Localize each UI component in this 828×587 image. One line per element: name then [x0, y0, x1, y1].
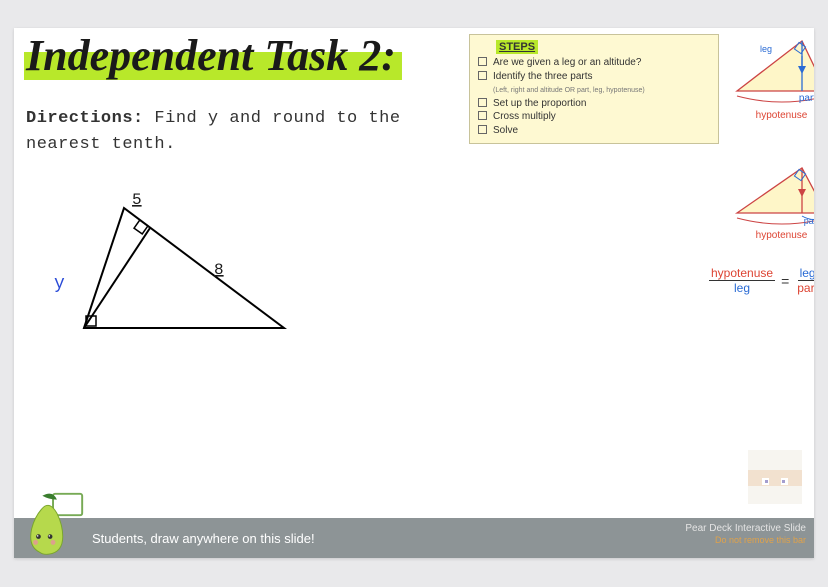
eq-lhs-bot: leg [732, 281, 752, 295]
label-5: 5 [132, 191, 142, 209]
proportion-equation: hypotenuse leg = leg part [709, 266, 814, 295]
ref-part-label: part [760, 93, 814, 104]
eq-rhs-bot: part [795, 281, 814, 295]
problem-diagram: y 5 8 [54, 198, 334, 368]
reference-triangle-leg: leg part hypotenuse [734, 36, 814, 133]
step-row: Identify the three parts (Left, right an… [478, 70, 710, 97]
directions: Directions: Find y and round to the near… [26, 106, 446, 157]
eq-rhs-top: leg [798, 266, 814, 281]
step-row: Solve [478, 124, 710, 138]
eq-equals: = [781, 273, 789, 289]
eq-lhs-top: hypotenuse [709, 266, 775, 281]
footer-bar[interactable]: Students, draw anywhere on this slide! P… [14, 518, 814, 558]
directions-label: Directions: [26, 109, 144, 128]
footer-branding: Pear Deck Interactive Slide Do not remov… [685, 522, 806, 547]
reference-triangle-part: leg part hypotenuse [734, 163, 814, 251]
slide-title: Independent Task 2: [24, 32, 402, 80]
step-row: Set up the proportion [478, 97, 710, 111]
checkbox-icon [478, 57, 487, 66]
step-text-main: Identify the three parts [493, 71, 593, 82]
step-text: Cross multiply [493, 110, 556, 124]
svg-text:leg: leg [760, 44, 772, 54]
footer-warn: Do not remove this bar [685, 535, 806, 547]
footer-message: Students, draw anywhere on this slide! [92, 531, 315, 546]
footer-brand: Pear Deck Interactive Slide [685, 522, 806, 535]
steps-box: STEPS Are we given a leg or an altitude?… [469, 34, 719, 144]
slide: Independent Task 2: Directions: Find y a… [14, 28, 814, 558]
step-text: Solve [493, 124, 518, 138]
checkbox-icon [478, 98, 487, 107]
checkbox-icon [478, 125, 487, 134]
label-y: y [54, 274, 65, 294]
ref-part-label: part [764, 216, 814, 226]
step-text: Set up the proportion [493, 97, 586, 111]
step-text: Are we given a leg or an altitude? [493, 56, 641, 70]
ref-hyp-label: hypotenuse [734, 230, 814, 241]
avatar [748, 450, 802, 504]
step-row: Are we given a leg or an altitude? [478, 56, 710, 70]
pear-deck-icon [20, 488, 88, 556]
ref-hyp-label: hypotenuse [734, 110, 814, 121]
checkbox-icon [478, 111, 487, 120]
step-text-sub: (Left, right and altitude OR part, leg, … [493, 87, 645, 94]
label-8: 8 [214, 261, 224, 279]
step-text: Identify the three parts (Left, right an… [493, 70, 645, 97]
checkbox-icon [478, 71, 487, 80]
steps-heading: STEPS [496, 40, 538, 54]
step-row: Cross multiply [478, 110, 710, 124]
